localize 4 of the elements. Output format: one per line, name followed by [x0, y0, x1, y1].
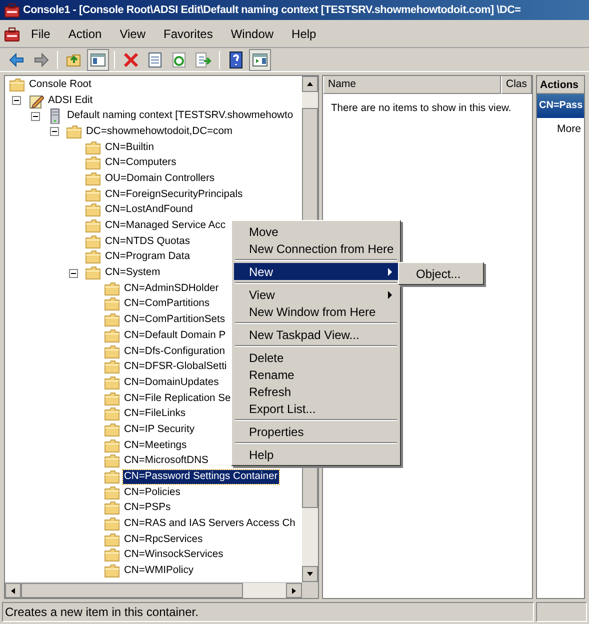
- window-title: Console1 - [Console Root\ADSI Edit\Default naming context [TESTSRV.showmehowtodoit.com] \DC=: [23, 2, 521, 18]
- actions-header: Actions: [537, 76, 584, 94]
- status-text: Creates a new item in this container.: [2, 602, 534, 622]
- empty-message: There are no items to show in this view.: [330, 102, 512, 116]
